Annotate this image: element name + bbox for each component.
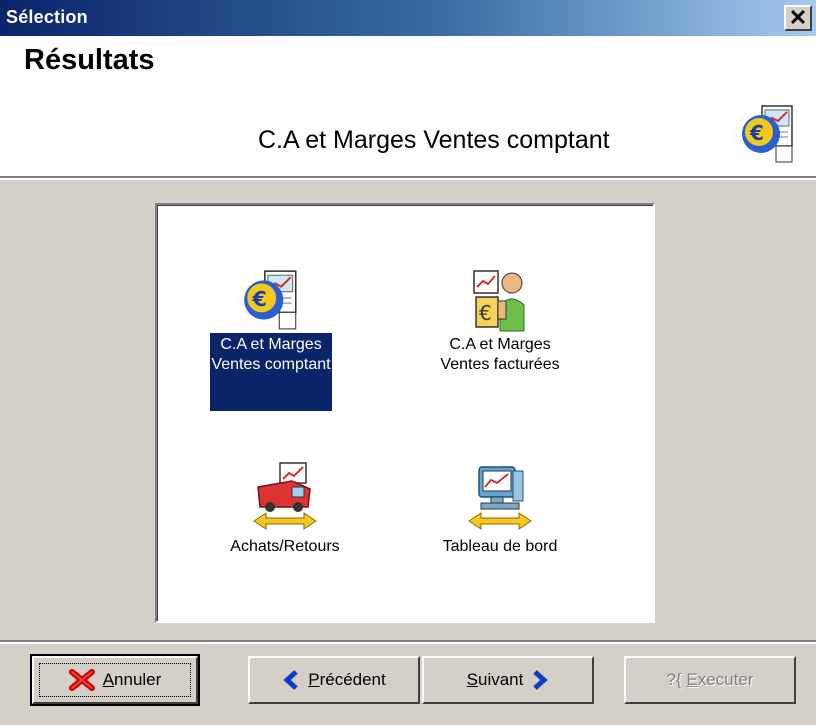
execute-label: ?{ Executer	[667, 670, 754, 690]
page-title: Résultats	[24, 44, 155, 76]
euro-globe-chart-icon: €	[244, 270, 297, 330]
computer-dashboard-icon	[468, 466, 532, 530]
item-label-line1: C.A et Marges	[449, 336, 551, 353]
previous-button[interactable]: Précédent	[248, 656, 420, 704]
item-label-line2: Ventes comptant	[211, 356, 331, 373]
focus-rect	[39, 663, 191, 697]
execute-mnemonic: E	[686, 670, 698, 689]
footer-divider-highlight	[0, 642, 816, 644]
previous-label-rest: récédent	[319, 670, 386, 689]
execute-button[interactable]: ?{ Executer	[624, 656, 796, 704]
item-label: C.A et Marges Ventes facturées	[440, 333, 559, 375]
title-bar: Sélection ✕	[0, 0, 816, 36]
previous-mnemonic: P	[308, 670, 320, 689]
next-mnemonic: S	[466, 670, 478, 689]
results-list[interactable]: € C.A et Marges Ventes comptant € C.A et…	[155, 203, 655, 623]
svg-text:€: €	[479, 301, 492, 325]
execute-label-rest: xecuter	[697, 670, 754, 689]
window-title: Sélection	[6, 7, 88, 27]
close-icon: ✕	[788, 5, 808, 30]
svg-text:€: €	[749, 121, 764, 145]
item-label: Achats/Retours	[230, 531, 339, 557]
next-label: Suivant	[467, 670, 524, 690]
item-ventes-comptant[interactable]: € C.A et Marges Ventes comptant	[210, 267, 332, 411]
item-ventes-facturees[interactable]: € C.A et Marges Ventes facturées	[425, 267, 575, 375]
execute-icon: ?{	[666, 670, 687, 689]
item-label-line1: Achats/Retours	[230, 538, 340, 555]
close-button[interactable]: ✕	[784, 5, 812, 31]
next-button[interactable]: Suivant	[422, 656, 594, 704]
header-divider-highlight	[0, 178, 816, 180]
svg-text:€: €	[251, 287, 266, 311]
item-tableau-de-bord[interactable]: Tableau de bord	[425, 461, 575, 557]
item-label-line2: Ventes facturées	[440, 356, 560, 373]
next-label-rest: uivant	[477, 670, 524, 689]
previous-label: Précédent	[308, 670, 386, 690]
page-subtitle: C.A et Marges Ventes comptant	[258, 126, 610, 154]
item-label-line1: C.A et Marges	[220, 336, 322, 353]
truck-arrows-chart-icon	[253, 462, 317, 530]
chevron-left-icon	[283, 670, 298, 690]
item-label-line1: Tableau de bord	[442, 538, 558, 555]
item-label: C.A et Marges Ventes comptant	[210, 333, 332, 411]
cancel-button[interactable]: Annuler	[30, 654, 200, 706]
item-label: Tableau de bord	[443, 531, 558, 557]
item-achats-retours[interactable]: Achats/Retours	[210, 461, 360, 557]
person-euro-chart-icon: €	[473, 270, 525, 332]
euro-globe-chart-icon: €	[740, 102, 796, 171]
chevron-right-icon	[533, 670, 549, 690]
